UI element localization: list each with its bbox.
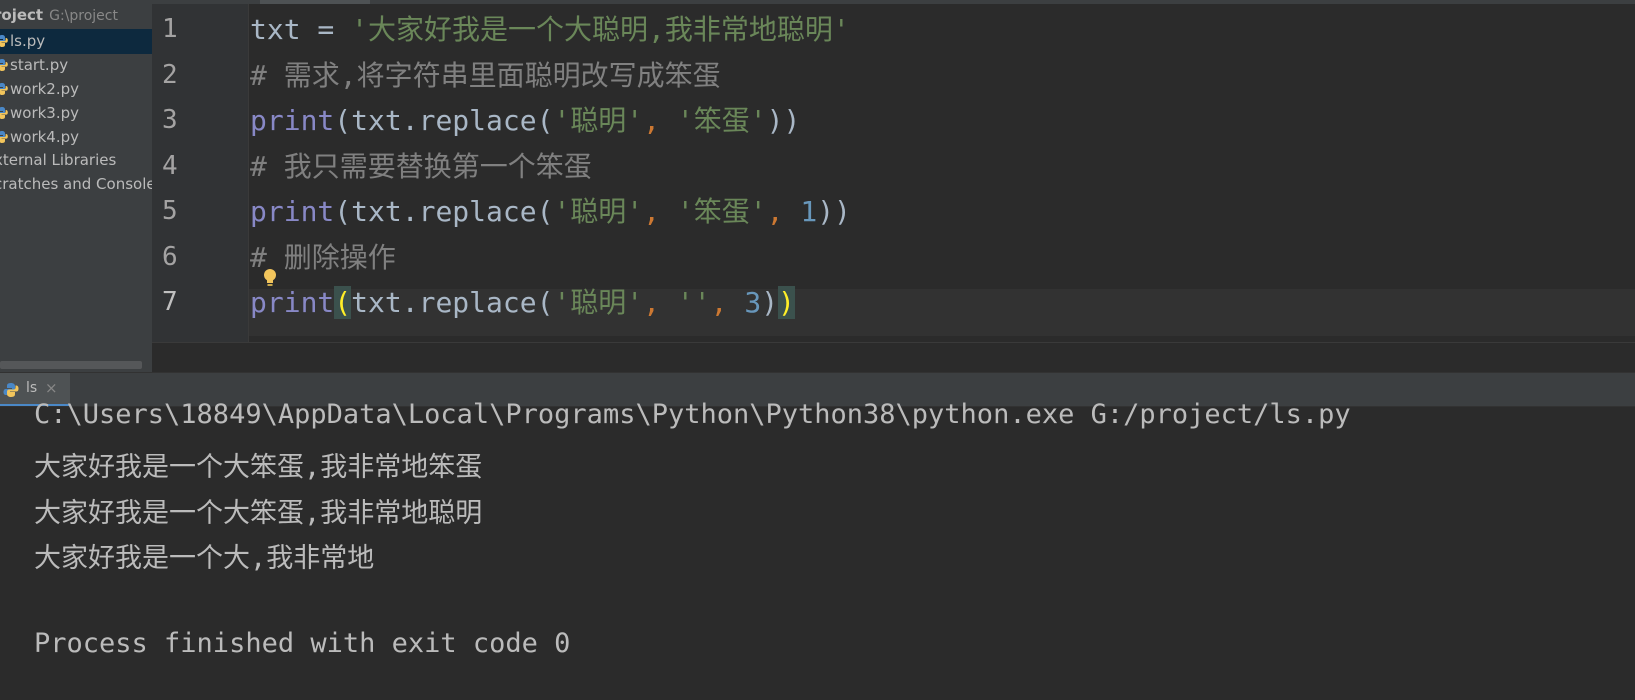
tree-item-file[interactable]: start.py xyxy=(0,53,152,78)
code-token: , xyxy=(643,286,677,319)
editor-tab-strip xyxy=(152,0,1635,4)
editor-tab-indicator xyxy=(260,0,370,4)
line-number: 6 xyxy=(162,241,178,272)
code-token: print xyxy=(250,286,335,319)
console-line: C:\Users\18849\AppData\Local\Programs\Py… xyxy=(34,399,1351,430)
tree-item-label: work3.py xyxy=(10,104,80,122)
line-number: 2 xyxy=(162,59,178,90)
code-token: 1 xyxy=(800,195,818,228)
line-number: 4 xyxy=(162,150,178,181)
line-number: 7 xyxy=(162,287,178,317)
python-file-icon xyxy=(0,35,8,47)
code-token: , xyxy=(766,195,801,228)
python-file-icon xyxy=(0,107,8,119)
tree-item-label: xternal Libraries xyxy=(0,151,117,169)
code-token: '聪明' xyxy=(553,104,644,137)
code-token: txt.replace( xyxy=(351,286,554,319)
python-file-icon xyxy=(0,83,8,95)
tree-item-file[interactable]: work4.py xyxy=(0,125,152,150)
code-token: (txt.replace( xyxy=(334,195,554,228)
console-line: 大家好我是一个大笨蛋,我非常地聪明 xyxy=(34,497,483,529)
python-file-icon xyxy=(0,131,8,143)
line-number: 1 xyxy=(162,14,178,44)
run-tab-label: ls xyxy=(26,380,38,396)
tree-item-scratches[interactable]: cratches and Consoles xyxy=(0,172,152,197)
code-token: '聪明' xyxy=(553,286,644,319)
tree-item-file[interactable]: ls.py xyxy=(0,29,152,54)
tree-item-label: ls.py xyxy=(10,32,46,50)
line-number: 3 xyxy=(162,105,178,135)
code-token: , xyxy=(710,286,745,319)
code-line[interactable]: print(txt.replace('聪明', '', 3)) xyxy=(250,281,795,321)
code-token: '大家好我是一个大聪明,我非常地聪明' xyxy=(351,13,850,46)
project-path: G:\project xyxy=(49,8,118,24)
code-token: '' xyxy=(676,286,711,319)
console-line: 大家好我是一个大,我非常地 xyxy=(34,543,375,575)
code-token: ) xyxy=(761,286,779,319)
code-line[interactable]: print(txt.replace('聪明', '笨蛋')) xyxy=(250,99,800,139)
tree-item-label: work4.py xyxy=(10,128,80,146)
code-token: , xyxy=(643,104,677,137)
code-token: 3 xyxy=(744,286,762,319)
tree-item-label: start.py xyxy=(10,56,69,74)
sidebar-scrollbar[interactable] xyxy=(0,361,142,369)
project-header[interactable]: roject G:\project xyxy=(0,6,118,24)
code-token: ( xyxy=(334,286,352,319)
code-line[interactable]: # 我只需要替换第一个笨蛋 xyxy=(250,145,592,185)
code-token: txt = xyxy=(250,13,352,46)
tree-item-label: cratches and Consoles xyxy=(0,175,152,193)
tree-item-file[interactable]: work2.py xyxy=(0,77,152,102)
project-panel: roject G:\project ls.py start.py work2.py wo… xyxy=(0,0,152,372)
close-icon[interactable]: × xyxy=(45,379,58,397)
code-token: print xyxy=(250,104,335,137)
code-token: , xyxy=(643,195,677,228)
code-token: ) xyxy=(778,286,795,319)
project-title: roject xyxy=(0,6,44,24)
tree-item-file[interactable]: work3.py xyxy=(0,101,152,126)
line-number: 5 xyxy=(162,196,178,226)
code-token: print xyxy=(250,195,335,228)
console-line: Process finished with exit code 0 xyxy=(34,628,571,659)
code-token: '笨蛋' xyxy=(676,195,767,228)
code-token: )) xyxy=(817,195,851,228)
code-line[interactable]: txt = '大家好我是一个大聪明,我非常地聪明' xyxy=(250,8,850,48)
code-editor[interactable]: 1 2 3 4 5 6 7 txt = '大家好我是一个大聪明,我非常地聪明' # 需求,将字… xyxy=(152,0,1635,372)
code-token: (txt.replace( xyxy=(334,104,554,137)
tree-item-label: work2.py xyxy=(10,80,80,98)
python-icon xyxy=(3,383,19,397)
code-token: # 我只需要替换第一个笨蛋 xyxy=(250,149,592,183)
python-file-icon xyxy=(0,59,8,71)
code-token: )) xyxy=(766,104,801,137)
code-token: # 需求,将字符串里面聪明改写成笨蛋 xyxy=(250,58,721,92)
code-token: '笨蛋' xyxy=(676,104,767,137)
code-token: '聪明' xyxy=(553,195,644,228)
lightbulb-icon[interactable] xyxy=(262,268,278,288)
code-line[interactable]: print(txt.replace('聪明', '笨蛋', 1)) xyxy=(250,190,851,230)
editor-bottom-border xyxy=(152,342,1635,343)
run-console[interactable]: C:\Users\18849\AppData\Local\Programs\Py… xyxy=(0,399,1635,700)
tree-item-external-libraries[interactable]: xternal Libraries xyxy=(0,148,146,173)
console-line: 大家好我是一个大笨蛋,我非常地笨蛋 xyxy=(34,451,483,483)
line-number-gutter[interactable]: 1 2 3 4 5 6 7 xyxy=(152,4,249,342)
code-line[interactable]: # 需求,将字符串里面聪明改写成笨蛋 xyxy=(250,54,721,94)
